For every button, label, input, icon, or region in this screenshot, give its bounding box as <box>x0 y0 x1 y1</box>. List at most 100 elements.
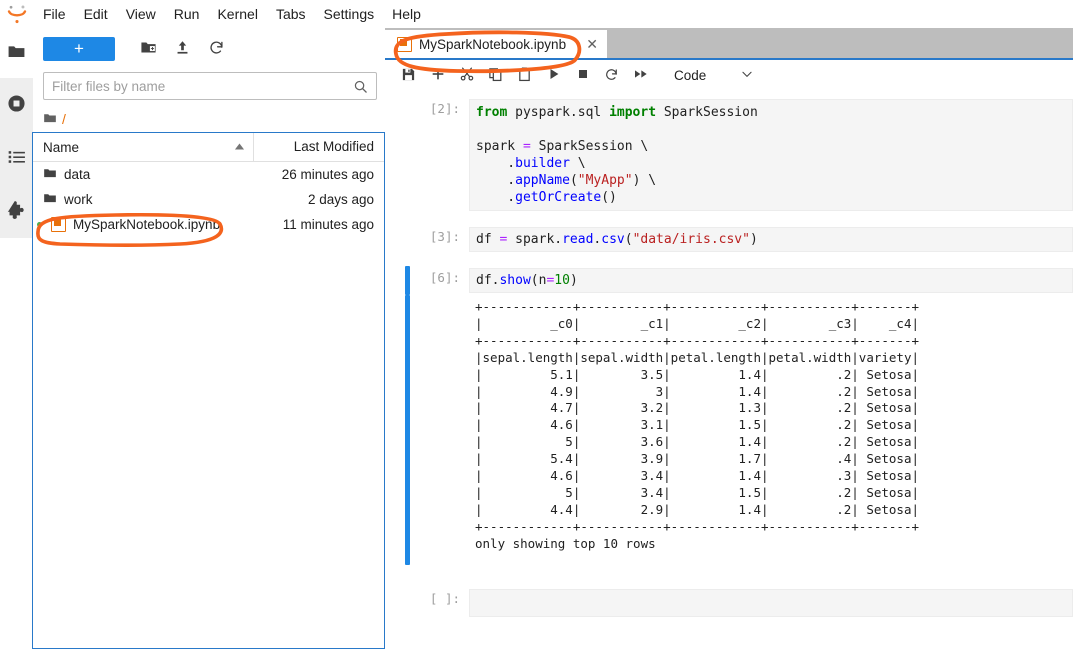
paste-cell-button[interactable] <box>511 63 538 88</box>
tab-mysparknotebook[interactable]: MySparkNotebook.ipynb ✕ <box>385 30 609 58</box>
column-header-name[interactable]: Name <box>33 140 253 155</box>
new-launcher-button[interactable]: + <box>43 37 115 61</box>
notebook-icon <box>397 36 412 52</box>
plus-icon <box>430 66 446 85</box>
activity-bar <box>0 28 34 649</box>
menu-item-kernel[interactable]: Kernel <box>208 0 266 28</box>
breadcrumb-path[interactable]: / <box>62 111 66 127</box>
breadcrumb[interactable]: / <box>33 106 385 132</box>
filter-files-input[interactable] <box>44 78 351 94</box>
notebook-cell[interactable]: [3]: df = spark.read.csv("data/iris.csv"… <box>385 217 1073 258</box>
kernel-running-indicator <box>37 222 42 227</box>
close-icon[interactable]: ✕ <box>583 35 601 53</box>
cell-prompt: [2]: <box>429 101 460 116</box>
file-list-header: Name Last Modified <box>33 133 384 162</box>
jupyterlab-window: File Edit View Run Kernel Tabs Settings … <box>0 0 1073 649</box>
save-button[interactable] <box>395 63 422 88</box>
folder-icon <box>43 191 57 208</box>
fast-forward-icon <box>633 66 649 85</box>
file-row-modified: 26 minutes ago <box>281 167 374 182</box>
notebook-cell-selected[interactable]: [6]: df.show(n=10) <box>385 258 1073 295</box>
cell-prompt: [ ]: <box>429 590 460 606</box>
cell-editor[interactable]: df.show(n=10) <box>469 268 1073 293</box>
active-cell-indicator <box>405 266 410 295</box>
jupyter-logo-icon <box>0 0 34 28</box>
active-cell-output-indicator <box>405 295 410 565</box>
notebook-cell-output: +------------+-----------+------------+-… <box>385 293 1073 565</box>
tab-bar: MySparkNotebook.ipynb ✕ <box>385 28 1073 60</box>
sidebar-item-extensions[interactable] <box>0 184 33 238</box>
file-row-modified: 11 minutes ago <box>282 217 374 232</box>
cell-editor[interactable] <box>469 588 1073 617</box>
cell-editor[interactable]: from pyspark.sql import SparkSession spa… <box>469 99 1073 211</box>
sidebar-item-commands[interactable] <box>0 132 33 184</box>
menu-item-run[interactable]: Run <box>165 0 209 28</box>
notebook-icon <box>51 217 66 232</box>
notebook-cell[interactable]: [2]: from pyspark.sql import SparkSessio… <box>385 91 1073 217</box>
file-row-work[interactable]: work 2 days ago <box>33 187 384 212</box>
file-row-mysparknotebook[interactable]: MySparkNotebook.ipynb 11 minutes ago <box>33 212 384 237</box>
refresh-button[interactable] <box>201 36 231 62</box>
file-list: Name Last Modified data 26 minutes ago w… <box>32 132 385 649</box>
file-row-name: data <box>33 166 254 183</box>
sidebar-item-file-browser[interactable] <box>0 28 33 78</box>
new-folder-button[interactable] <box>133 36 163 62</box>
menu-bar: File Edit View Run Kernel Tabs Settings … <box>0 0 1073 29</box>
new-folder-icon <box>140 39 157 59</box>
run-cell-button[interactable] <box>540 63 567 88</box>
restart-kernel-button[interactable] <box>598 63 625 88</box>
menu-item-help[interactable]: Help <box>383 0 430 28</box>
cut-cell-button[interactable] <box>453 63 480 88</box>
output-prompt <box>385 297 469 553</box>
chevron-down-icon <box>740 67 754 84</box>
clipboard-icon <box>517 66 532 85</box>
copy-cell-button[interactable] <box>482 63 509 88</box>
cell-output-text: +------------+-----------+------------+-… <box>469 297 1073 553</box>
restart-run-all-button[interactable] <box>627 63 654 88</box>
main-area: MySparkNotebook.ipynb ✕ Code [2]: from p… <box>385 28 1073 649</box>
menu-item-file[interactable]: File <box>34 0 75 28</box>
column-header-name-label: Name <box>43 139 80 155</box>
cell-editor[interactable]: df = spark.read.csv("data/iris.csv") <box>469 227 1073 252</box>
play-icon <box>547 67 561 84</box>
filter-files-box[interactable] <box>43 72 377 100</box>
sidebar-item-running-sessions[interactable] <box>0 78 33 132</box>
tab-label: MySparkNotebook.ipynb <box>419 36 567 52</box>
file-name-label: data <box>64 167 91 182</box>
cell-prompt: [3]: <box>429 229 460 244</box>
sort-ascending-icon <box>234 142 253 152</box>
search-icon <box>351 79 376 94</box>
running-icon <box>6 93 27 117</box>
restart-icon <box>604 67 619 85</box>
file-row-modified: 2 days ago <box>307 192 374 207</box>
cell-type-select[interactable]: Code <box>672 67 754 84</box>
breadcrumb-home-icon[interactable] <box>43 111 57 128</box>
file-row-name: work <box>33 191 254 208</box>
save-icon <box>401 67 416 85</box>
scissors-icon <box>459 66 475 85</box>
cell-prompt: [6]: <box>429 270 460 285</box>
file-browser-toolbar: + <box>33 28 385 68</box>
notebook-cell-empty[interactable]: [ ]: <box>385 553 1073 623</box>
file-name-label: MySparkNotebook.ipynb <box>73 217 221 232</box>
notebook-toolbar: Code <box>385 60 1073 92</box>
folder-icon <box>43 166 57 183</box>
list-icon <box>7 147 27 170</box>
notebook-cell-list[interactable]: [2]: from pyspark.sql import SparkSessio… <box>385 91 1073 649</box>
menu-item-view[interactable]: View <box>117 0 165 28</box>
file-name-label: work <box>64 192 93 207</box>
file-browser-panel: + Filter files by name / Name Last Modif… <box>32 28 386 649</box>
copy-icon <box>488 67 503 85</box>
file-row-name: MySparkNotebook.ipynb <box>33 217 254 232</box>
menu-item-settings[interactable]: Settings <box>315 0 384 28</box>
interrupt-kernel-button[interactable] <box>569 63 596 88</box>
refresh-icon <box>208 39 225 59</box>
menu-item-edit[interactable]: Edit <box>75 0 117 28</box>
insert-cell-button[interactable] <box>424 63 451 88</box>
stop-icon <box>577 68 589 83</box>
menu-item-tabs[interactable]: Tabs <box>267 0 315 28</box>
column-header-last-modified[interactable]: Last Modified <box>253 133 384 161</box>
upload-button[interactable] <box>167 36 197 62</box>
file-row-data[interactable]: data 26 minutes ago <box>33 162 384 187</box>
upload-icon <box>174 39 191 59</box>
